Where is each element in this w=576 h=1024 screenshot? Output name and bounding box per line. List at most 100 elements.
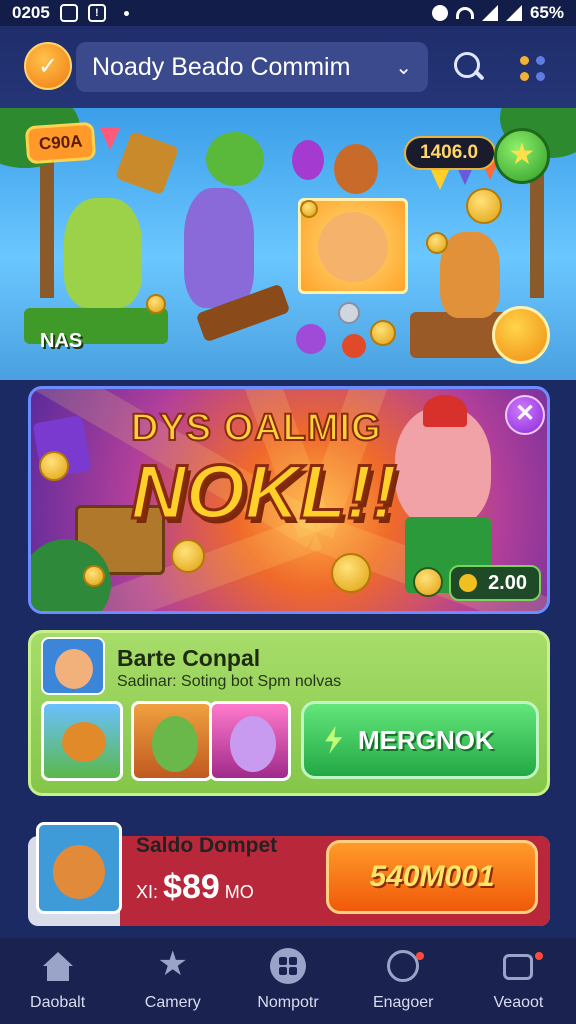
bunting-flag bbox=[430, 168, 450, 190]
status-time: 0205 bbox=[12, 3, 50, 22]
dot-icon bbox=[520, 56, 529, 65]
wallet-card: Saldo Dompet XI: $89 MO 540M001 bbox=[28, 822, 550, 926]
coin-icon bbox=[171, 539, 205, 573]
home-icon-base bbox=[46, 965, 69, 981]
dot-icon bbox=[536, 56, 545, 65]
notification-dot bbox=[415, 952, 424, 960]
gauge-icon bbox=[387, 950, 420, 982]
wallet-title: Saldo Dompet bbox=[136, 834, 278, 857]
coin-icon bbox=[146, 294, 166, 314]
grid-cell bbox=[289, 957, 297, 965]
close-button[interactable]: ✕ bbox=[505, 395, 545, 435]
battery-level: 65% bbox=[529, 3, 564, 22]
signal-icon bbox=[481, 5, 498, 21]
quest-action-button[interactable]: MERGNOK bbox=[301, 701, 539, 779]
grid-cell bbox=[279, 967, 287, 975]
coin-icon bbox=[300, 200, 318, 218]
coin-icon bbox=[459, 574, 477, 592]
nav-label: Nompotr bbox=[257, 994, 319, 1011]
scene-label: NAS bbox=[40, 330, 83, 352]
banner-reward-amount: 2.00 bbox=[449, 565, 541, 601]
coin-icon bbox=[83, 565, 105, 587]
bottom-navigation: Daobalt ★ Camery Nompotr Enagoer Veaoot bbox=[0, 938, 576, 1024]
star-icon: ★ bbox=[508, 138, 536, 171]
quest-card: Barte Conpal Sadinar: Soting bot Spm nol… bbox=[28, 630, 550, 796]
avatar-face bbox=[53, 845, 105, 899]
bunting-flag bbox=[100, 128, 120, 150]
signal-icon-2 bbox=[505, 5, 522, 21]
purple-creature-character bbox=[184, 188, 254, 308]
balance-amount: $89 bbox=[163, 868, 220, 906]
gem-icon bbox=[292, 140, 324, 180]
nav-label: Enagoer bbox=[372, 994, 434, 1011]
nav-label: Veaoot bbox=[493, 994, 544, 1011]
grid-cell bbox=[289, 967, 297, 975]
coin-icon bbox=[466, 188, 502, 224]
reward-value: 2.00 bbox=[488, 572, 527, 594]
coin-icon bbox=[426, 232, 448, 254]
app-logo-button[interactable]: ✓ bbox=[24, 42, 72, 90]
gem-icon bbox=[296, 324, 326, 354]
monkey-character bbox=[440, 232, 500, 318]
check-icon: ✓ bbox=[37, 52, 59, 80]
wallet-avatar bbox=[36, 822, 122, 914]
grid-icon bbox=[270, 948, 306, 984]
coin-icon bbox=[413, 567, 443, 597]
green-monster-character bbox=[206, 132, 264, 186]
quest-title: Barte Conpal bbox=[117, 645, 261, 671]
coin-reward-button[interactable] bbox=[492, 306, 550, 364]
coin-icon bbox=[39, 451, 69, 481]
alert-icon: ! bbox=[87, 4, 106, 22]
menu-dots-button[interactable] bbox=[516, 52, 550, 86]
wallet-balance: XI: $89 MO bbox=[136, 868, 254, 907]
nav-item-gauge[interactable]: Enagoer bbox=[346, 938, 461, 1024]
treasure-chest-prop bbox=[114, 130, 180, 196]
green-creature-character bbox=[64, 198, 142, 308]
banner-title-line1: DYS OALMIG bbox=[130, 406, 382, 450]
nav-item-grid[interactable]: Nompotr bbox=[230, 938, 345, 1024]
home-icon-roof bbox=[42, 952, 73, 966]
do-not-disturb-icon bbox=[431, 5, 448, 21]
game-thumbnail[interactable] bbox=[209, 701, 291, 781]
star-icon: ★ bbox=[157, 945, 189, 983]
quest-action-label: MERGNOK bbox=[358, 724, 494, 755]
quest-avatar bbox=[41, 637, 105, 695]
gnome-hat bbox=[423, 395, 467, 427]
cannon-icon bbox=[62, 722, 106, 762]
nav-item-bag[interactable]: Veaoot bbox=[461, 938, 576, 1024]
balance-suffix: MO bbox=[224, 882, 254, 902]
title-dropdown[interactable]: Noady Beado Commim ⌄ bbox=[76, 42, 428, 92]
notification-dot bbox=[534, 952, 543, 960]
frog-character bbox=[152, 716, 198, 772]
search-button[interactable] bbox=[448, 48, 488, 88]
coin-icon bbox=[331, 553, 371, 593]
fox-character bbox=[334, 144, 378, 194]
grid-cell bbox=[279, 957, 287, 965]
game-thumbnail[interactable] bbox=[131, 701, 213, 781]
tree-trunk bbox=[40, 148, 54, 298]
quest-subtitle: Sadinar: Soting bot Spm nolvas bbox=[117, 673, 342, 690]
chevron-down-icon: ⌄ bbox=[395, 56, 412, 79]
shield-icon bbox=[338, 302, 360, 324]
close-icon: ✕ bbox=[514, 400, 536, 427]
balance-prefix: XI: bbox=[136, 882, 159, 902]
lightning-icon bbox=[325, 726, 343, 754]
star-button[interactable]: ★ bbox=[494, 128, 550, 184]
status-bar: 0205 ! 65% bbox=[0, 0, 576, 26]
nav-item-category[interactable]: ★ Camery bbox=[115, 938, 230, 1024]
home-icon bbox=[42, 952, 73, 982]
nav-item-home[interactable]: Daobalt bbox=[0, 938, 115, 1024]
promo-banner[interactable]: DYS OALMIG NOKL!! ✕ 2.00 bbox=[28, 386, 550, 614]
wallet-topup-button[interactable]: 540M001 bbox=[326, 840, 538, 914]
app-header: ✓ Noady Beado Commim ⌄ bbox=[0, 26, 576, 108]
dropdown-value: Noady Beado Commim bbox=[92, 52, 351, 81]
score-counter: 1406.0 bbox=[404, 136, 496, 170]
game-thumbnail[interactable] bbox=[41, 701, 123, 781]
event-badge: C90A bbox=[24, 121, 97, 165]
coin-icon bbox=[370, 320, 396, 346]
wifi-icon bbox=[455, 7, 474, 19]
dot-icon bbox=[123, 10, 129, 16]
nav-label: Daobalt bbox=[30, 994, 86, 1011]
notification-icon bbox=[59, 4, 78, 22]
avatar-face bbox=[55, 649, 93, 689]
